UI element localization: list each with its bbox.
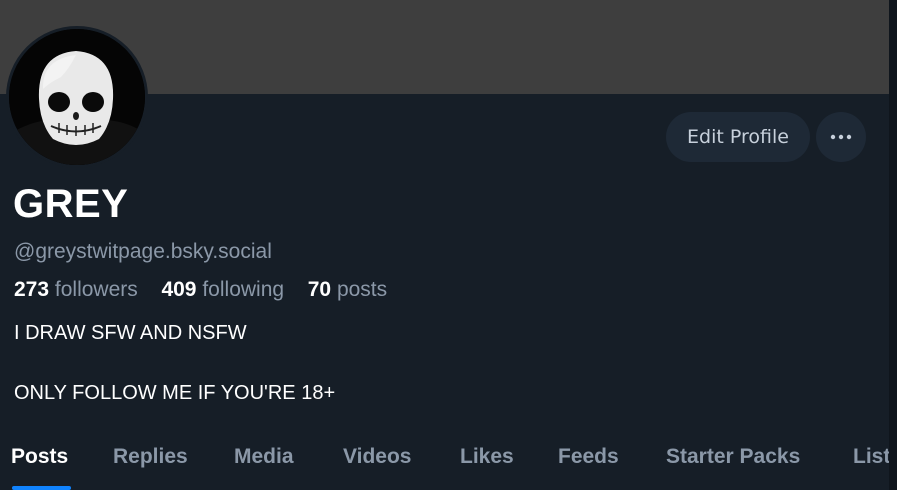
- tab-media[interactable]: Media: [234, 440, 294, 474]
- bio-line: ONLY FOLLOW ME IF YOU'RE 18+: [14, 382, 336, 404]
- tab-likes[interactable]: Likes: [460, 440, 514, 474]
- followers-count: 273: [14, 278, 50, 301]
- ellipsis-icon: [830, 134, 852, 140]
- avatar[interactable]: [6, 26, 148, 168]
- posts-count: 70: [307, 278, 332, 301]
- profile-tabs: Posts Replies Media Videos Likes Feeds S…: [0, 440, 889, 490]
- followers-link[interactable]: 273 followers: [14, 278, 144, 301]
- scrollbar-track[interactable]: [889, 0, 897, 490]
- tab-posts[interactable]: Posts: [11, 440, 68, 474]
- tab-starter-packs[interactable]: Starter Packs: [666, 440, 800, 474]
- edit-profile-button[interactable]: Edit Profile: [666, 112, 810, 162]
- bio-line: I DRAW SFW AND NSFW: [14, 322, 247, 344]
- following-count: 409: [161, 278, 197, 301]
- active-tab-indicator: [12, 486, 71, 490]
- tab-videos[interactable]: Videos: [343, 440, 411, 474]
- profile-stats: 273 followers 409 following 70 posts: [14, 276, 387, 304]
- more-options-button[interactable]: [816, 112, 866, 162]
- posts-stat: 70 posts: [308, 278, 387, 301]
- posts-label: posts: [336, 278, 388, 301]
- tab-feeds[interactable]: Feeds: [558, 440, 619, 474]
- skull-mask-avatar-image: [9, 29, 145, 165]
- following-label: following: [202, 278, 285, 301]
- tab-lists[interactable]: List: [853, 440, 889, 474]
- followers-label: followers: [54, 278, 138, 301]
- profile-handle: @greystwitpage.bsky.social: [14, 240, 272, 263]
- tab-replies[interactable]: Replies: [113, 440, 188, 474]
- following-link[interactable]: 409 following: [161, 278, 289, 301]
- display-name: GREY: [13, 182, 129, 226]
